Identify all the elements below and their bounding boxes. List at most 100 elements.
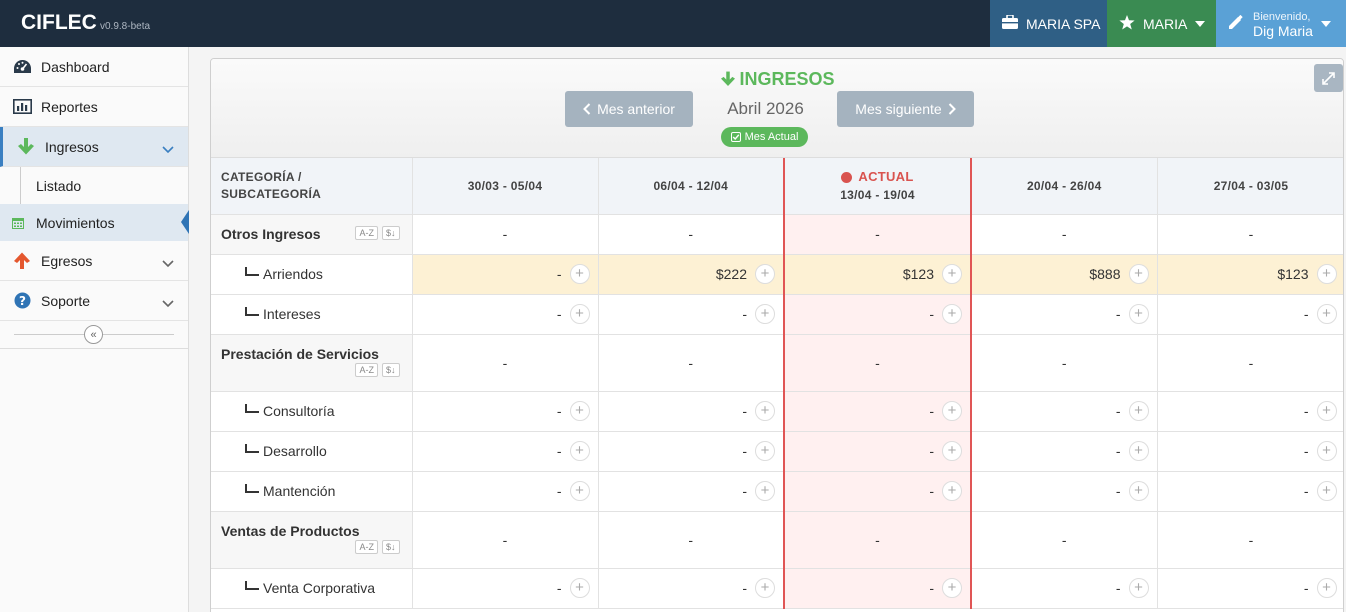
add-movement-icon[interactable]: + [569, 264, 590, 284]
add-movement-icon[interactable]: + [569, 401, 590, 421]
sort-amount-button[interactable]: $↓ [381, 225, 400, 240]
profile-menu-button[interactable]: Bienvenido, Dig Maria [1216, 0, 1346, 47]
add-movement-icon[interactable]: + [755, 304, 775, 324]
cell-value: - [1248, 531, 1254, 548]
add-movement-icon[interactable]: + [755, 441, 775, 461]
value-cell[interactable]: - + [971, 294, 1158, 335]
add-movement-icon[interactable]: + [942, 481, 962, 501]
sidebar-item-egresos[interactable]: Egresos [0, 241, 188, 281]
cell-value: - [556, 306, 562, 322]
add-movement-icon[interactable]: + [1316, 264, 1337, 284]
value-cell[interactable]: - + [412, 391, 599, 432]
value-cell[interactable]: - + [783, 294, 972, 335]
add-movement-icon[interactable]: + [755, 401, 775, 421]
sidebar-item-dashboard[interactable]: Dashboard [0, 47, 188, 87]
sidebar-item-reportes[interactable]: Reportes [0, 87, 188, 127]
value-cell[interactable]: - + [783, 471, 972, 512]
value-cell[interactable]: - + [598, 431, 785, 472]
value-cell[interactable]: - + [1157, 431, 1343, 472]
subcategory-name-cell: Desarrollo [211, 431, 413, 472]
add-movement-icon[interactable]: + [1128, 264, 1149, 284]
add-movement-icon[interactable]: + [1128, 481, 1149, 501]
value-cell[interactable]: - + [1157, 568, 1343, 609]
value-cell[interactable]: - + [598, 294, 785, 335]
next-month-button[interactable]: Mes siguiente [837, 91, 974, 127]
value-cell[interactable]: - + [1157, 471, 1343, 512]
add-movement-icon[interactable]: + [755, 481, 775, 501]
add-movement-icon[interactable]: + [942, 578, 962, 598]
value-cell: - [412, 511, 599, 569]
user-label: MARIA [1143, 15, 1188, 32]
add-movement-icon[interactable]: + [942, 401, 962, 421]
add-movement-icon[interactable]: + [1316, 441, 1337, 461]
sidebar-item-soporte[interactable]: ? Soporte [0, 281, 188, 321]
value-cell[interactable]: - + [783, 568, 972, 609]
version-label: v0.9.8-beta [100, 21, 151, 32]
add-movement-icon[interactable]: + [569, 481, 590, 501]
sort-az-button[interactable]: A-Z [355, 539, 378, 554]
value-cell[interactable]: - + [971, 431, 1158, 472]
sort-az-button[interactable]: A-Z [355, 362, 378, 377]
value-cell[interactable]: - + [783, 391, 972, 432]
add-movement-icon[interactable]: + [942, 441, 962, 461]
add-movement-icon[interactable]: + [569, 578, 590, 598]
add-movement-icon[interactable]: + [1316, 401, 1337, 421]
value-cell[interactable]: $222 + [598, 254, 785, 295]
add-movement-icon[interactable]: + [755, 264, 775, 284]
value-cell[interactable]: - + [412, 568, 599, 609]
subcategory-row: Intereses - + - + - + - + - + [211, 294, 1343, 335]
value-cell[interactable]: - + [971, 471, 1158, 512]
value-cell[interactable]: $123 + [783, 254, 972, 295]
expand-icon[interactable] [1314, 64, 1343, 92]
current-month-badge[interactable]: Mes Actual [721, 127, 808, 147]
sort-amount-button[interactable]: $↓ [381, 539, 400, 554]
sidebar-item-ingresos[interactable]: Ingresos [0, 127, 188, 167]
cell-value: - [875, 531, 880, 548]
add-movement-icon[interactable]: + [1128, 578, 1149, 598]
add-movement-icon[interactable]: + [755, 578, 775, 598]
value-cell[interactable]: - + [1157, 391, 1343, 432]
value-cell[interactable]: - + [598, 471, 785, 512]
sidebar-subitem-listado[interactable]: Listado [0, 167, 188, 204]
value-cell[interactable]: - + [412, 254, 599, 295]
week-column-header-actual: ACTUAL 13/04 - 19/04 [783, 158, 972, 215]
brand-logo[interactable]: CIFLEC [21, 11, 97, 35]
value-cell[interactable]: - + [783, 431, 972, 472]
value-cell[interactable]: - + [971, 391, 1158, 432]
week-column-header: 30/03 - 05/04 [412, 158, 599, 215]
svg-text:?: ? [19, 294, 26, 308]
welcome-name: Dig Maria [1253, 22, 1313, 39]
add-movement-icon[interactable]: + [569, 304, 590, 324]
value-cell[interactable]: - + [1157, 294, 1343, 335]
value-cell[interactable]: - + [971, 568, 1158, 609]
week-column-header: 27/04 - 03/05 [1157, 158, 1343, 215]
add-movement-icon[interactable]: + [942, 304, 962, 324]
prev-month-button[interactable]: Mes anterior [565, 91, 693, 127]
add-movement-icon[interactable]: + [942, 264, 962, 284]
user-menu-button[interactable]: MARIA [1107, 0, 1216, 47]
value-cell[interactable]: - + [598, 568, 785, 609]
sort-az-button[interactable]: A-Z [355, 225, 378, 240]
value-cell[interactable]: - + [412, 431, 599, 472]
add-movement-icon[interactable]: + [1128, 441, 1149, 461]
sort-amount-button[interactable]: $↓ [381, 362, 400, 377]
add-movement-icon[interactable]: + [1128, 401, 1149, 421]
cell-value: - [1115, 443, 1121, 459]
value-cell[interactable]: $123 + [1157, 254, 1343, 295]
value-cell[interactable]: - + [598, 391, 785, 432]
subcategory-name-cell: Arriendos [211, 254, 413, 295]
add-movement-icon[interactable]: + [1316, 578, 1337, 598]
value-cell[interactable]: - + [412, 471, 599, 512]
double-chevron-left-icon[interactable]: « [84, 325, 103, 344]
value-cell[interactable]: $888 + [971, 254, 1158, 295]
add-movement-icon[interactable]: + [1316, 481, 1337, 501]
value-cell[interactable]: - + [412, 294, 599, 335]
add-movement-icon[interactable]: + [569, 441, 590, 461]
chevron-right-icon [948, 103, 956, 115]
page-title-text: INGRESOS [739, 69, 835, 89]
add-movement-icon[interactable]: + [1316, 304, 1337, 324]
tree-branch-icon [245, 581, 259, 590]
company-button[interactable]: MARIA SPA [990, 0, 1107, 47]
add-movement-icon[interactable]: + [1128, 304, 1149, 324]
sidebar-subitem-movimientos[interactable]: Movimientos [0, 204, 189, 241]
